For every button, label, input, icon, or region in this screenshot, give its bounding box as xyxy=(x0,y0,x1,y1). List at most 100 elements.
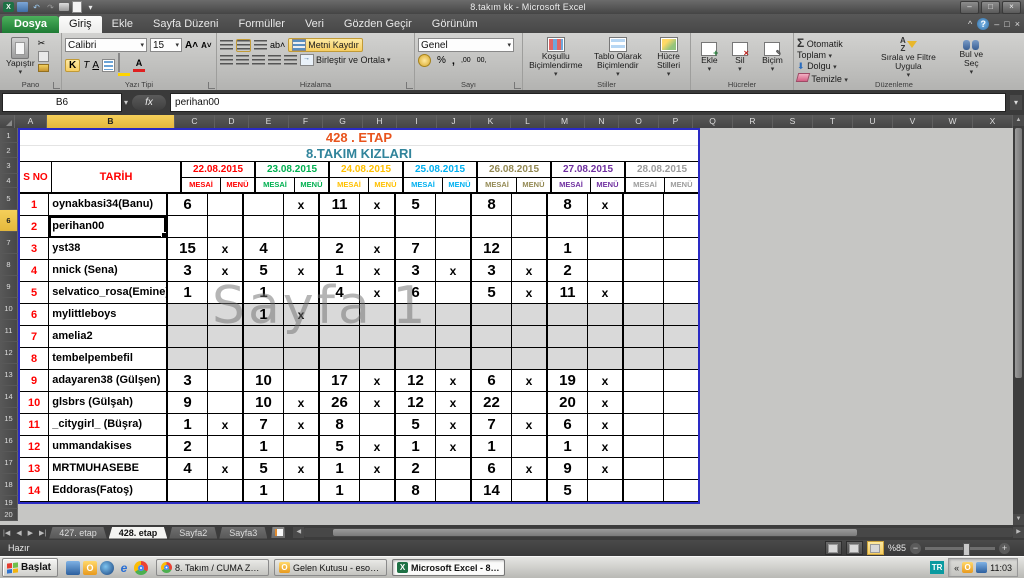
cell-mesai[interactable] xyxy=(244,348,284,370)
cell-name[interactable]: mylittleboys xyxy=(49,304,166,326)
cell-sno[interactable]: 10 xyxy=(20,392,49,414)
cell-mesai[interactable] xyxy=(624,326,664,348)
restore-button[interactable]: □ xyxy=(981,1,1000,14)
cell-name[interactable]: glsbrs (Gülşah) xyxy=(49,392,166,414)
cell-mesai[interactable] xyxy=(548,304,588,326)
accounting-format-icon[interactable] xyxy=(418,54,431,67)
autosum-button[interactable]: Σ Otomatik Toplam ▾ xyxy=(797,36,865,60)
merge-center-button[interactable]: Birleştir ve Ortala ▾ xyxy=(300,54,391,66)
tab-giriş[interactable]: Giriş xyxy=(59,16,102,33)
delete-cells-button[interactable]: Sil▾ xyxy=(729,36,751,80)
cell-menu[interactable] xyxy=(284,370,318,392)
cell-name[interactable]: MRTMUHASEBE xyxy=(49,458,166,480)
align-left-icon[interactable] xyxy=(220,55,233,66)
sheet-tab-Sayfa3[interactable]: Sayfa3 xyxy=(219,527,267,539)
cell-menu[interactable]: x xyxy=(588,194,622,216)
clipboard-dialog-launcher[interactable] xyxy=(53,82,60,89)
row-header-9[interactable]: 9 xyxy=(0,276,18,298)
format-painter-icon[interactable] xyxy=(38,64,49,72)
cell-menu[interactable]: x xyxy=(512,458,546,480)
cell-sno[interactable]: 9 xyxy=(20,370,49,392)
vertical-scroll-thumb[interactable] xyxy=(1015,128,1022,378)
cell-menu[interactable] xyxy=(284,480,318,502)
column-header-X[interactable]: X xyxy=(973,115,1013,128)
column-header-P[interactable]: P xyxy=(659,115,693,128)
cell-mesai[interactable] xyxy=(320,216,360,238)
cell-menu[interactable]: x xyxy=(512,414,546,436)
cut-icon[interactable]: ✂ xyxy=(38,38,49,49)
cell-menu[interactable]: x xyxy=(208,458,242,480)
taskbar-window-excel[interactable]: XMicrosoft Excel - 8.t... xyxy=(392,559,505,576)
cell-mesai[interactable]: 3 xyxy=(168,370,208,392)
cell-mesai[interactable] xyxy=(320,348,360,370)
cell-menu[interactable] xyxy=(512,216,546,238)
cell-menu[interactable] xyxy=(208,392,242,414)
increase-decimal-icon[interactable]: ,00 xyxy=(461,57,471,64)
decrease-decimal-icon[interactable]: 00, xyxy=(477,57,487,64)
font-size-combo[interactable]: 15▾ xyxy=(150,38,182,52)
column-header-K[interactable]: K xyxy=(471,115,511,128)
row-header-1[interactable]: 1 xyxy=(0,128,18,143)
last-sheet-icon[interactable]: ▶| xyxy=(36,529,49,537)
cell-mesai[interactable]: 8 xyxy=(548,194,588,216)
cell-menu[interactable]: x xyxy=(208,238,242,260)
cell-mesai[interactable]: 7 xyxy=(396,238,436,260)
cell-menu[interactable] xyxy=(436,282,470,304)
number-format-combo[interactable]: Genel▾ xyxy=(418,38,514,52)
cell-mesai[interactable] xyxy=(244,194,284,216)
cell-mesai[interactable] xyxy=(396,304,436,326)
underline-button[interactable]: A xyxy=(92,60,99,71)
column-header-W[interactable]: W xyxy=(933,115,973,128)
cell-mesai[interactable] xyxy=(624,414,664,436)
undo-icon[interactable]: ↶ xyxy=(31,2,42,12)
help-icon[interactable]: ? xyxy=(977,18,989,30)
language-indicator[interactable]: TR xyxy=(930,561,944,574)
cell-mesai[interactable]: 3 xyxy=(168,260,208,282)
cell-menu[interactable]: x xyxy=(512,282,546,304)
grow-font-icon[interactable]: A˄ xyxy=(185,40,198,51)
cell-menu[interactable]: x xyxy=(208,260,242,282)
align-top-icon[interactable] xyxy=(220,40,233,51)
cell-sno[interactable]: 8 xyxy=(20,348,49,370)
copy-icon[interactable] xyxy=(38,51,49,62)
cell-menu[interactable]: x xyxy=(360,194,394,216)
cell-menu[interactable] xyxy=(436,216,470,238)
cell-sno[interactable]: 7 xyxy=(20,326,49,348)
scroll-right-icon[interactable]: ▶ xyxy=(1013,527,1024,538)
cell-menu[interactable] xyxy=(360,216,394,238)
column-header-A[interactable]: A xyxy=(15,115,47,128)
cell-mesai[interactable]: 20 xyxy=(548,392,588,414)
cell-mesai[interactable] xyxy=(168,326,208,348)
cell-menu[interactable]: x xyxy=(588,414,622,436)
font-color-button[interactable]: A xyxy=(133,58,145,72)
font-dialog-launcher[interactable] xyxy=(208,82,215,89)
cell-name[interactable]: _citygirl_ (Büşra) xyxy=(49,414,166,436)
cell-mesai[interactable]: 1 xyxy=(548,436,588,458)
cell-menu[interactable] xyxy=(284,282,318,304)
cell-menu[interactable] xyxy=(436,194,470,216)
cell-name[interactable]: selvatico_rosa(Emine) xyxy=(49,282,166,304)
cell-menu[interactable]: x xyxy=(360,370,394,392)
cell-menu[interactable]: x xyxy=(588,458,622,480)
cell-mesai[interactable]: 11 xyxy=(320,194,360,216)
cell-menu[interactable] xyxy=(512,436,546,458)
row-header-3[interactable]: 3 xyxy=(0,158,18,174)
excel-logo-icon[interactable]: X xyxy=(3,2,14,12)
row-header-19[interactable]: 19 xyxy=(0,496,18,509)
cell-sno[interactable]: 6 xyxy=(20,304,49,326)
cell-menu[interactable] xyxy=(436,304,470,326)
cell-mesai[interactable] xyxy=(548,348,588,370)
cell-mesai[interactable] xyxy=(168,348,208,370)
row-header-16[interactable]: 16 xyxy=(0,430,18,452)
cell-menu[interactable] xyxy=(664,414,698,436)
cell-mesai[interactable]: 1 xyxy=(548,238,588,260)
cell-mesai[interactable]: 1 xyxy=(244,436,284,458)
cell-sno[interactable]: 1 xyxy=(20,194,49,216)
horizontal-scrollbar[interactable]: ◀ ▶ xyxy=(293,525,1024,540)
cell-mesai[interactable] xyxy=(320,304,360,326)
cell-mesai[interactable] xyxy=(624,282,664,304)
cell-mesai[interactable]: 5 xyxy=(396,194,436,216)
increase-indent-icon[interactable] xyxy=(284,55,297,66)
scroll-down-icon[interactable]: ▼ xyxy=(1013,514,1024,525)
cell-name[interactable]: adayaren38 (Gülşen) xyxy=(49,370,166,392)
